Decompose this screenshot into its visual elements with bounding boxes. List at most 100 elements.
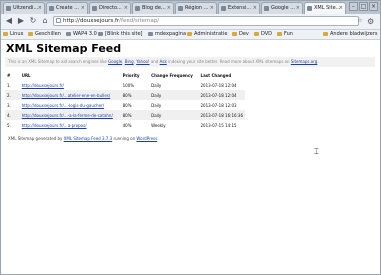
reload-icon[interactable]: ↻: [28, 16, 38, 26]
bookmark-item[interactable]: Fun: [277, 30, 293, 39]
folder-icon: [3, 31, 8, 36]
tab-title: Blog de...: [142, 5, 166, 11]
minimize-button[interactable]: –: [349, 2, 358, 11]
star-icon[interactable]: ☆: [355, 16, 365, 26]
row-frequency: Weekly: [151, 122, 166, 128]
page-title: XML Sitemap Feed: [6, 42, 122, 55]
row-url: http://douxsejours.fr/...-a-la-ferme-de-…: [19, 110, 121, 120]
tab-google[interactable]: Google ... ×: [261, 2, 303, 14]
table-row: 4. http://douxsejours.fr/...-a-la-ferme-…: [5, 110, 245, 120]
column-header-url: URL: [21, 73, 31, 78]
bookmark-item[interactable]: Linux: [3, 30, 23, 39]
close-tab-icon[interactable]: ×: [210, 3, 214, 14]
sitemaps-org-link[interactable]: Sitemaps.org: [291, 59, 317, 64]
bookmark-label: Administratie: [194, 31, 228, 37]
url-link[interactable]: http://douxsejours.fr/...atelier-ene-en-…: [22, 93, 111, 98]
ask-link[interactable]: Ask: [160, 59, 167, 64]
bookmark-item[interactable]: WAP4 3.0: [66, 30, 97, 39]
row-frequency: Daily: [151, 82, 162, 88]
tab-blog[interactable]: Blog de... ×: [132, 2, 174, 14]
browser-toolbar: ◀ ▶ ↻ ⌂ http://douxsejours.fr/feed/sitem…: [0, 14, 381, 30]
yahoo-link[interactable]: Yahoo!: [136, 59, 149, 64]
tab-uitzendi[interactable]: Uitzendi... ×: [3, 2, 45, 14]
table-row: 3. http://douxsejours.fr/...-logis-du-ga…: [5, 100, 245, 110]
url-link[interactable]: http://douxsejours.fr/...-a-la-ferme-de-…: [22, 113, 113, 118]
row-number: 2.: [5, 90, 20, 100]
bookmark-label: WAP4 3.0: [73, 31, 97, 37]
google-link[interactable]: Google: [108, 59, 122, 64]
folder-icon: [28, 31, 33, 36]
back-arrow-icon[interactable]: ◀: [4, 16, 14, 26]
close-tab-icon[interactable]: ×: [296, 3, 300, 14]
bookmark-label: Linux: [10, 31, 24, 37]
page-icon: [98, 31, 103, 36]
forward-arrow-icon[interactable]: ▶: [16, 16, 26, 26]
row-number: 5.: [7, 122, 11, 128]
bookmark-item[interactable]: [Blink this site]: [98, 30, 143, 39]
favicon-icon: [264, 6, 269, 11]
mouse-cursor-icon: ⌶: [314, 147, 319, 156]
folder-icon: [254, 31, 259, 36]
bookmark-item[interactable]: DVD: [254, 30, 272, 39]
row-number: 1.: [7, 82, 11, 88]
row-number: 3.: [7, 102, 11, 108]
tab-title: XML Site...: [314, 5, 341, 11]
address-bar[interactable]: http://douxsejours.fr/feed/sitemap/: [53, 16, 359, 26]
page-icon: [148, 31, 153, 36]
row-priority: 80%: [122, 102, 132, 108]
sitemap-description: This is an XML Sitemap to aid search eng…: [5, 57, 375, 67]
close-tab-icon[interactable]: ×: [167, 3, 171, 14]
favicon-icon: [92, 6, 97, 11]
table-row: 1. http://douxsejours.fr/ 100% Daily 201…: [5, 80, 245, 90]
description-text: This is an XML Sitemap to aid search eng…: [8, 59, 109, 64]
close-tab-icon[interactable]: ×: [253, 3, 257, 14]
tab-region[interactable]: Région ... ×: [175, 2, 217, 14]
table-row: 5. http://douxsejours.fr/...a-propos/ 40…: [5, 120, 245, 130]
folder-icon: [232, 31, 237, 36]
table-row: 2. http://douxsejours.fr/...atelier-ene-…: [5, 90, 245, 100]
row-last-changed: 2013-07-15 14:15: [200, 122, 237, 128]
tab-title: Uitzendi...: [13, 5, 39, 11]
bookmark-item[interactable]: Administratie: [187, 30, 227, 39]
close-tab-icon[interactable]: ×: [339, 3, 343, 14]
wrench-icon[interactable]: ⚙: [367, 17, 374, 26]
bookmark-label: Fun: [284, 31, 293, 37]
bookmark-item[interactable]: Geschillen: [28, 30, 61, 39]
row-frequency: Daily: [149, 90, 199, 100]
bookmark-item[interactable]: Dev: [232, 30, 249, 39]
bookmark-label: Dev: [239, 31, 249, 37]
close-tab-icon[interactable]: ×: [81, 3, 85, 14]
favicon-icon: [221, 6, 226, 11]
close-tab-icon[interactable]: ×: [38, 3, 42, 14]
bookmarks-bar: Linux Geschillen WAP4 3.0 [Blink this si…: [0, 30, 381, 40]
row-last-changed: 2013-07-18 12:04: [198, 90, 245, 100]
tab-xml-sitemap[interactable]: XML Site... ×: [304, 2, 346, 14]
page-icon: [56, 18, 61, 23]
home-icon[interactable]: ⌂: [40, 16, 50, 26]
bing-link[interactable]: Bing: [125, 59, 134, 64]
column-header-priority: Priority: [122, 73, 140, 78]
row-number: 4.: [5, 110, 20, 120]
row-url: http://douxsejours.fr/...a-propos/: [20, 120, 121, 130]
tab-extensions[interactable]: Extensi... ×: [218, 2, 260, 14]
wordpress-link[interactable]: WordPress: [136, 136, 157, 141]
bookmark-item[interactable]: mdexpagina: [148, 30, 186, 39]
row-url: http://douxsejours.fr/: [20, 80, 121, 90]
row-priority: 80%: [120, 90, 150, 100]
favicon-icon: [135, 6, 140, 11]
bookmark-label: DVD: [261, 31, 273, 37]
tab-create[interactable]: Create ... ×: [46, 2, 88, 14]
bookmark-label: [Blink this site]: [105, 31, 143, 37]
close-tab-icon[interactable]: ×: [124, 3, 128, 14]
plugin-link[interactable]: XML Sitemap Feed 3.7.3: [64, 136, 113, 141]
url-link[interactable]: http://douxsejours.fr/: [22, 83, 64, 88]
close-window-button[interactable]: ×: [369, 2, 378, 11]
maximize-button[interactable]: □: [359, 2, 368, 11]
sitemap-table: # URL Priority Change Frequency Last Cha…: [5, 71, 245, 130]
url-link[interactable]: http://douxsejours.fr/...a-propos/: [22, 123, 87, 128]
tab-directory[interactable]: Directo... ×: [89, 2, 131, 14]
url-link[interactable]: http://douxsejours.fr/...-logis-du-gauch…: [22, 103, 104, 108]
folder-icon: [187, 31, 192, 36]
footer-text: .: [157, 136, 159, 141]
bookmark-item[interactable]: Andere bladwijzers: [323, 30, 377, 39]
